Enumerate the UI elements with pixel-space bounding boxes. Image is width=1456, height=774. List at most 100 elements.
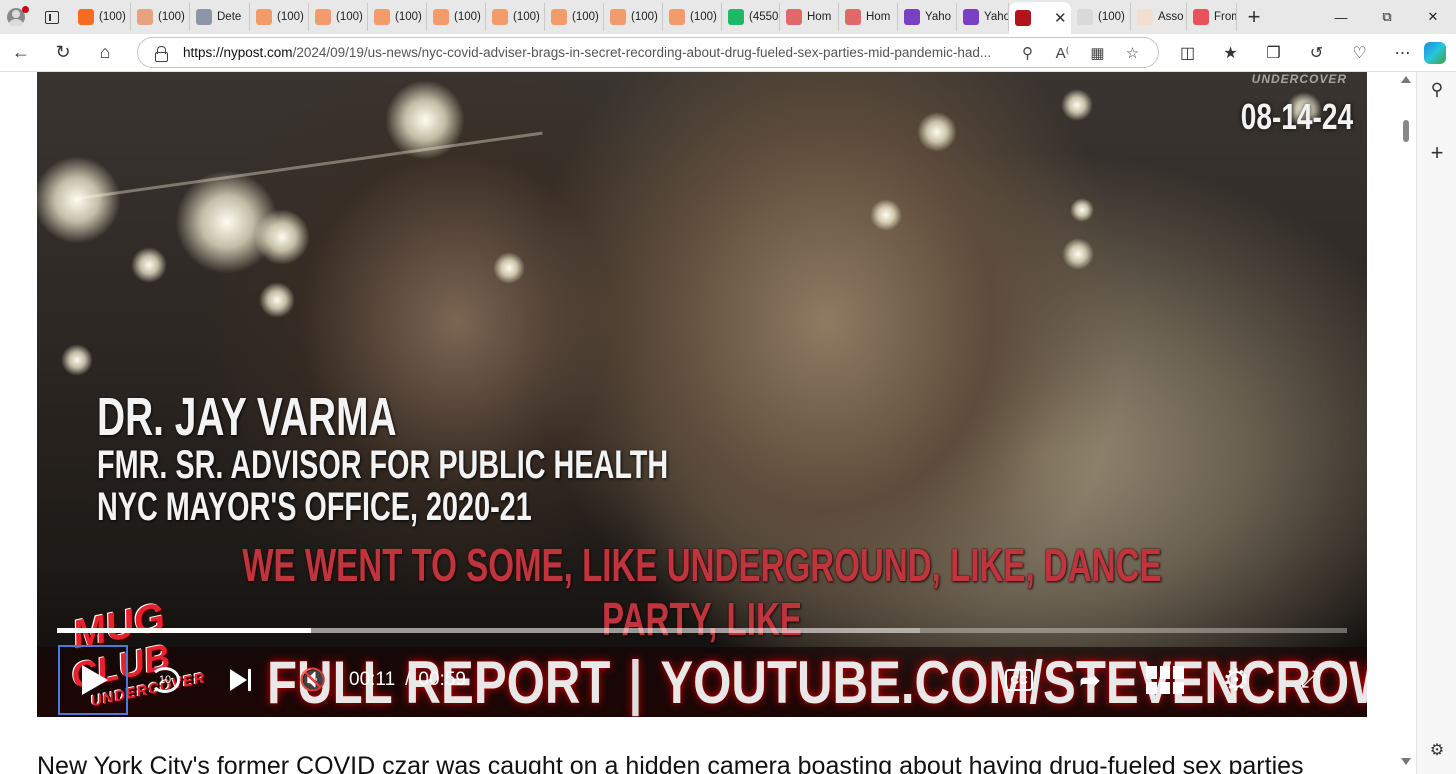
zoom-icon[interactable]: ⚲ [1010, 44, 1045, 62]
more-videos-button[interactable] [1142, 650, 1188, 710]
fullscreen-icon: ⤢ [1300, 666, 1320, 693]
tab-label: (100) [572, 11, 599, 23]
browser-tab[interactable]: (100) [72, 3, 131, 31]
tab-favicon-icon [669, 9, 685, 25]
time-display: 00:11 / 00:59 [349, 650, 466, 710]
navigation-bar: ← ↻ ⌂ https://nypost.com/2024/09/19/us-n… [0, 34, 1456, 72]
browser-tab[interactable]: (100) [663, 3, 722, 31]
mute-button[interactable]: 🔇 [289, 650, 337, 710]
browser-tab[interactable]: Hom [780, 3, 839, 31]
browser-tab[interactable]: (100) [545, 3, 604, 31]
browser-tab[interactable]: Asso [1131, 3, 1187, 31]
fullscreen-button[interactable]: ⤢ [1287, 650, 1333, 710]
video-player[interactable]: UNDERCOVER 08-14-24 DR. JAY VARMA FMR. S… [37, 72, 1367, 717]
tab-label: (100) [631, 11, 658, 23]
browser-tab[interactable]: (100) [427, 3, 486, 31]
reader-view-icon[interactable]: ▦ [1080, 44, 1115, 62]
progress-bar[interactable] [57, 628, 1347, 633]
minimize-button[interactable]: — [1318, 0, 1364, 34]
collections-icon[interactable]: ❐ [1252, 43, 1295, 63]
scroll-down-arrow-icon[interactable] [1401, 758, 1411, 765]
light-strand [76, 131, 543, 200]
browser-tab[interactable]: (4550 [722, 3, 780, 31]
scroll-thumb[interactable] [1403, 120, 1409, 142]
grid-icon [1146, 666, 1184, 694]
browser-tab[interactable]: (100) [368, 3, 427, 31]
tab-favicon-icon [315, 9, 331, 25]
muted-speaker-icon: 🔇 [299, 667, 327, 692]
profile-button[interactable] [0, 0, 32, 34]
play-button[interactable] [58, 645, 128, 715]
replay-10-button[interactable]: 10 [139, 650, 191, 710]
browser-tab[interactable]: From [1187, 3, 1237, 31]
browser-tab[interactable]: (100) [131, 3, 190, 31]
lock-icon[interactable] [155, 45, 169, 62]
history-icon[interactable]: ↺ [1295, 43, 1338, 63]
restore-button[interactable]: ⧉ [1364, 0, 1410, 34]
background-light [37, 156, 121, 244]
browser-tab[interactable]: Dete [190, 3, 250, 31]
back-button[interactable]: ← [0, 34, 42, 72]
background-light [1062, 238, 1094, 270]
browser-tab[interactable]: (100) [604, 3, 663, 31]
tab-favicon-icon [1137, 9, 1153, 25]
new-tab-button[interactable]: + [1237, 0, 1271, 34]
background-light [175, 170, 279, 274]
tab-favicon-icon [137, 9, 153, 25]
browser-essentials-icon[interactable]: ♡ [1338, 43, 1381, 63]
address-bar[interactable]: https://nypost.com/2024/09/19/us-news/ny… [137, 37, 1159, 68]
tab-favicon-icon [551, 9, 567, 25]
read-aloud-icon[interactable]: A⁽ [1045, 44, 1080, 62]
replay-icon: 10 [150, 667, 180, 693]
favorite-star-icon[interactable]: ☆ [1115, 44, 1150, 62]
tab-label: Yaho [925, 11, 952, 23]
notification-dot [22, 6, 29, 13]
browser-tab[interactable]: (100) [250, 3, 309, 31]
sidebar-search-icon[interactable]: ⚲ [1417, 80, 1456, 100]
background-light [1061, 89, 1093, 121]
play-icon [82, 665, 108, 695]
tab-favicon-icon [492, 9, 508, 25]
settings-button[interactable]: ⚙ [1213, 650, 1259, 710]
browser-tab[interactable]: Yaho [898, 3, 957, 31]
tab-label: (100) [690, 11, 717, 23]
window-controls: — ⧉ ✕ [1318, 0, 1456, 34]
skip-next-icon [229, 669, 247, 691]
browser-tab[interactable]: (100) [1071, 3, 1131, 31]
browser-tab[interactable]: (100) [309, 3, 368, 31]
page-content: UNDERCOVER 08-14-24 DR. JAY VARMA FMR. S… [0, 72, 1416, 774]
home-button[interactable]: ⌂ [84, 34, 126, 72]
split-screen-icon[interactable]: ◫ [1166, 43, 1209, 63]
share-button[interactable]: ➦ [1067, 650, 1113, 710]
refresh-button[interactable]: ↻ [42, 34, 84, 72]
gear-icon: ⚙ [1222, 663, 1250, 697]
tab-favicon-icon [904, 9, 920, 25]
video-date-stamp: 08-14-24 [1240, 96, 1353, 137]
tab-actions-button[interactable] [32, 0, 72, 34]
tab-label: Hom [866, 11, 891, 23]
more-menu-icon[interactable]: ⋯ [1381, 43, 1424, 63]
background-light [259, 282, 295, 318]
browser-tab[interactable]: ✕ [1009, 2, 1071, 34]
close-tab-icon[interactable]: ✕ [1054, 9, 1067, 27]
url-text[interactable]: https://nypost.com/2024/09/19/us-news/ny… [183, 45, 1003, 60]
sidebar-settings-icon[interactable]: ⚙ [1417, 740, 1456, 760]
close-window-button[interactable]: ✕ [1410, 0, 1456, 34]
next-button[interactable] [217, 650, 263, 710]
page-scrollbar[interactable] [1396, 72, 1416, 774]
browser-tab[interactable]: (100) [486, 3, 545, 31]
tab-favicon-icon [786, 9, 802, 25]
browser-tab[interactable]: Yaho [957, 3, 1009, 31]
captions-button[interactable]: CC [999, 650, 1039, 710]
favorites-icon[interactable]: ★ [1209, 43, 1252, 63]
background-light [870, 199, 902, 231]
tab-label: (100) [277, 11, 304, 23]
background-light [385, 80, 465, 160]
tab-label: (100) [513, 11, 540, 23]
browser-tab[interactable]: Hom [839, 3, 898, 31]
copilot-icon[interactable] [1424, 42, 1446, 64]
scroll-up-arrow-icon[interactable] [1401, 76, 1411, 83]
cc-icon: CC [1005, 669, 1033, 691]
sidebar-add-icon[interactable]: + [1417, 140, 1456, 166]
tab-list: (100) (100) Dete (100) (100) (100) (100) (100) (… [72, 0, 1237, 34]
